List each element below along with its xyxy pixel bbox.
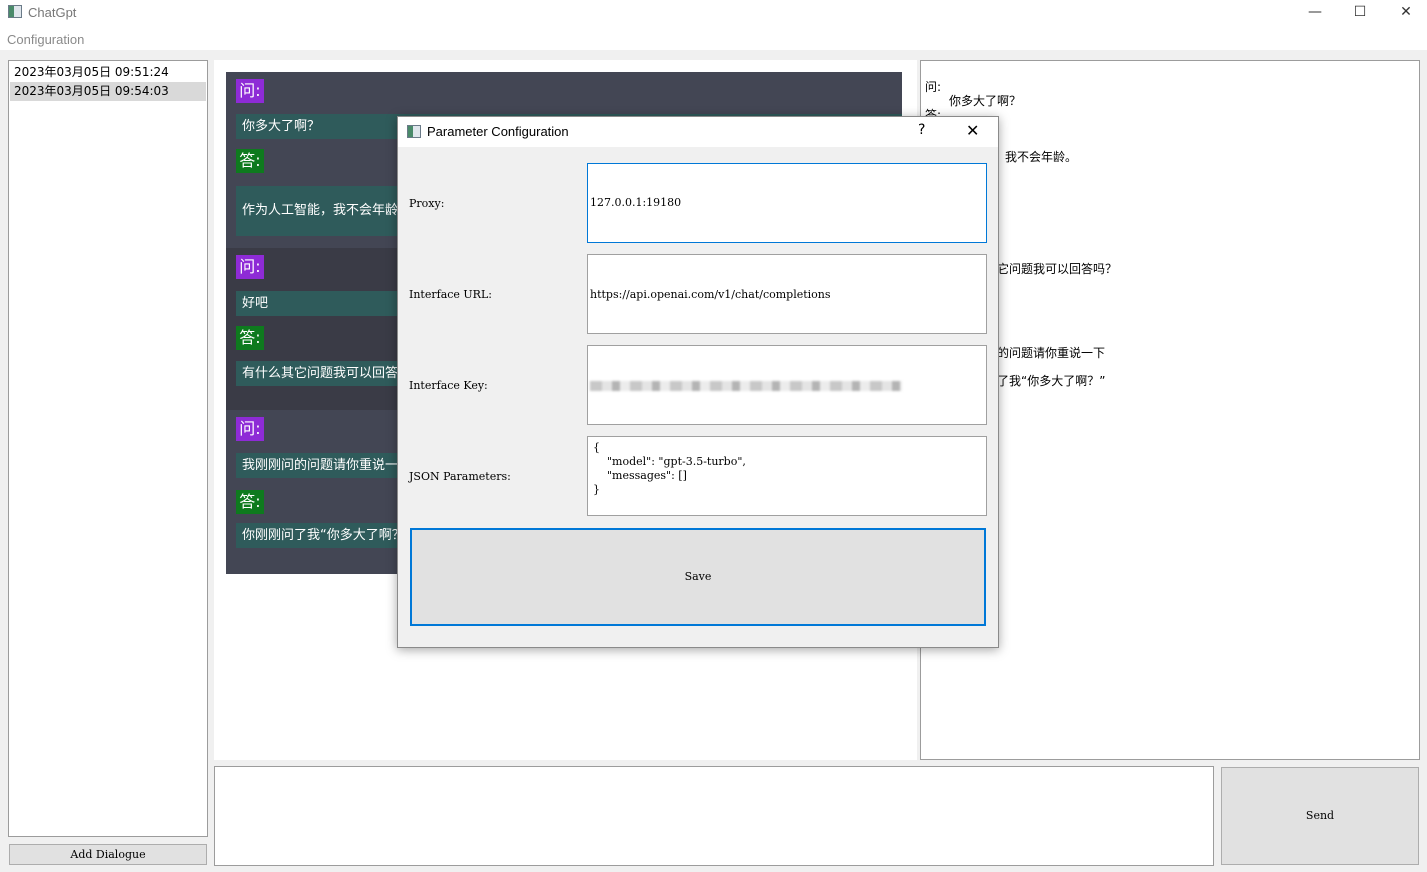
send-button[interactable]: Send xyxy=(1221,767,1419,865)
json-parameters-value: { "model": "gpt-3.5-turbo", "messages": … xyxy=(593,441,746,496)
session-item-selected[interactable]: 2023年03月05日 09:54:03 xyxy=(10,82,206,101)
interface-key-field[interactable] xyxy=(587,345,987,425)
question-tag: 问: xyxy=(236,255,264,279)
dialog-titlebar: Parameter Configuration ? ✕ xyxy=(398,117,998,147)
menu-configuration[interactable]: Configuration xyxy=(7,32,84,47)
answer-text: ，我不会年龄。 xyxy=(993,150,1078,164)
close-button[interactable]: ✕ xyxy=(1383,0,1427,26)
parameter-configuration-dialog: Parameter Configuration ? ✕ Proxy: 127.0… xyxy=(397,116,999,648)
proxy-field[interactable]: 127.0.0.1:19180 xyxy=(587,163,987,243)
answer-text: 了我“你多大了啊？” xyxy=(997,374,1106,388)
menubar: Configuration xyxy=(0,28,1427,50)
window-titlebar: ChatGpt — ☐ ✕ xyxy=(0,0,1427,28)
interface-key-label: Interface Key: xyxy=(409,379,488,392)
answer-tag: 答: xyxy=(236,149,264,173)
answer-text: 它问题我可以回答吗？ xyxy=(997,262,1118,276)
dialog-close-button[interactable]: ✕ xyxy=(966,121,979,140)
question-label: 问: xyxy=(925,80,942,94)
proxy-label: Proxy: xyxy=(409,197,445,210)
answer-text: 的问题请你重说一下 xyxy=(997,346,1106,360)
dialog-app-icon xyxy=(407,125,421,138)
help-button[interactable]: ? xyxy=(918,122,925,138)
interface-url-value: https://api.openai.com/v1/chat/completio… xyxy=(590,288,831,301)
question-tag: 问: xyxy=(236,417,264,441)
json-parameters-field[interactable]: { "model": "gpt-3.5-turbo", "messages": … xyxy=(587,436,987,516)
redacted-key xyxy=(590,381,902,391)
save-button[interactable]: Save xyxy=(410,528,986,626)
interface-url-field[interactable]: https://api.openai.com/v1/chat/completio… xyxy=(587,254,987,334)
session-list[interactable]: 2023年03月05日 09:51:24 2023年03月05日 09:54:0… xyxy=(8,60,208,837)
dialog-title: Parameter Configuration xyxy=(427,124,569,139)
question-text: 你多大了啊？ xyxy=(949,94,1022,108)
app-icon xyxy=(8,5,22,18)
answer-tag: 答: xyxy=(236,490,264,514)
json-parameters-label: JSON Parameters: xyxy=(409,470,511,483)
proxy-value: 127.0.0.1:19180 xyxy=(590,196,682,209)
window-title: ChatGpt xyxy=(28,5,77,20)
question-tag: 问: xyxy=(236,79,264,103)
message-input[interactable] xyxy=(214,766,1214,866)
minimize-button[interactable]: — xyxy=(1292,0,1338,26)
answer-tag: 答: xyxy=(236,326,264,350)
add-dialogue-button[interactable]: Add Dialogue xyxy=(9,844,207,865)
session-item[interactable]: 2023年03月05日 09:51:24 xyxy=(10,63,206,82)
maximize-button[interactable]: ☐ xyxy=(1337,0,1383,26)
interface-url-label: Interface URL: xyxy=(409,288,492,301)
